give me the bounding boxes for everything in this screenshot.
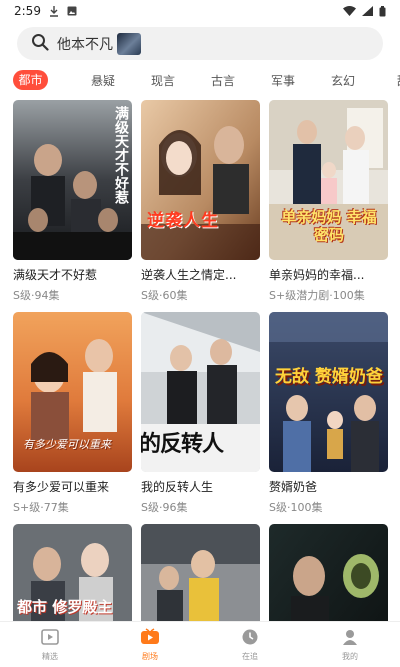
nav-label: 剧场: [142, 651, 158, 661]
drama-poster[interactable]: 单亲妈妈 幸福密码: [269, 100, 388, 260]
drama-title: 满级天才不好惹: [13, 268, 98, 282]
nav-zaizhui[interactable]: 在追: [200, 622, 300, 667]
nav-label: 我的: [342, 651, 358, 661]
tab-xuanyi[interactable]: 悬疑: [73, 72, 133, 89]
status-bar: 2:59: [0, 0, 400, 22]
drama-title: 单亲妈妈的幸福...: [269, 268, 365, 282]
search-suggestion-text: 他本不凡: [57, 36, 113, 53]
tab-xuanhuan[interactable]: 玄幻: [313, 72, 373, 89]
poster-title: 有多少爱可以重来: [23, 438, 111, 451]
drama-card[interactable]: 满级天才不好惹 满级天才不好惹 S级·94集: [13, 100, 132, 303]
nav-label: 在追: [242, 651, 258, 661]
tab-junshi[interactable]: 军事: [253, 72, 313, 89]
tab-guyan[interactable]: 古言: [193, 72, 253, 89]
battery-icon: [379, 5, 386, 17]
drama-title: 有多少爱可以重来: [13, 480, 110, 494]
bottom-navigation: 精选 剧场 在追 我的: [0, 621, 400, 667]
nav-juchang[interactable]: 剧场: [100, 622, 200, 667]
signal-icon: [362, 6, 373, 16]
search-icon: [31, 33, 49, 55]
drama-poster[interactable]: 满级天才不好惹: [13, 100, 132, 260]
drama-title: 我的反转人生: [141, 480, 214, 494]
poster-title: 的反转人: [141, 432, 224, 457]
nav-wode[interactable]: 我的: [300, 622, 400, 667]
drama-meta: S级·96集: [141, 501, 188, 514]
poster-title: 无敌 赘婿奶爸: [275, 367, 383, 387]
drama-poster[interactable]: 的反转人: [141, 312, 260, 472]
tab-tian[interactable]: 甜: [373, 72, 400, 89]
drama-card[interactable]: 逆袭人生 逆袭人生之情定... S级·60集: [141, 100, 260, 303]
play-square-icon: [41, 628, 59, 648]
drama-card[interactable]: 单亲妈妈 幸福密码 单亲妈妈的幸福... S+级潜力剧·100集: [269, 100, 388, 303]
clock-icon: [241, 628, 259, 648]
drama-poster[interactable]: 有多少爱可以重来: [13, 312, 132, 472]
drama-meta: S级·100集: [269, 501, 323, 514]
nav-jingxuan[interactable]: 精选: [0, 622, 100, 667]
tab-xianyan[interactable]: 现言: [133, 72, 193, 89]
search-suggestion-thumbnail: [117, 32, 141, 55]
download-icon: [49, 5, 59, 17]
poster-title: 单亲妈妈 幸福密码: [281, 208, 377, 244]
category-tabs: 都市 悬疑 现言 古言 军事 玄幻 甜: [13, 70, 400, 90]
theater-play-icon: [140, 627, 160, 648]
drama-meta: S级·60集: [141, 289, 188, 302]
drama-title: 赘婿奶爸: [269, 480, 318, 494]
image-notification-icon: [67, 6, 77, 16]
tab-dushi[interactable]: 都市: [13, 70, 48, 90]
status-time: 2:59: [14, 4, 41, 18]
wifi-icon: [343, 6, 356, 16]
poster-title: 都市 修罗殿主: [17, 598, 113, 616]
nav-label: 精选: [42, 651, 58, 661]
drama-title: 逆袭人生之情定...: [141, 268, 237, 282]
drama-meta: S级·94集: [13, 289, 60, 302]
poster-title: 逆袭人生: [147, 211, 219, 231]
drama-meta: S+级潜力剧·100集: [269, 289, 365, 302]
poster-title: 满级天才不好惹: [113, 106, 129, 204]
person-icon: [341, 628, 359, 648]
drama-poster[interactable]: 逆袭人生: [141, 100, 260, 260]
drama-card[interactable]: 有多少爱可以重来 有多少爱可以重来 S+级·77集: [13, 312, 132, 515]
drama-card[interactable]: 的反转人 我的反转人生 S级·96集: [141, 312, 260, 515]
drama-poster[interactable]: 无敌 赘婿奶爸: [269, 312, 388, 472]
search-bar[interactable]: 他本不凡: [17, 27, 383, 60]
drama-card[interactable]: 无敌 赘婿奶爸 赘婿奶爸 S级·100集: [269, 312, 388, 515]
drama-meta: S+级·77集: [13, 501, 69, 514]
